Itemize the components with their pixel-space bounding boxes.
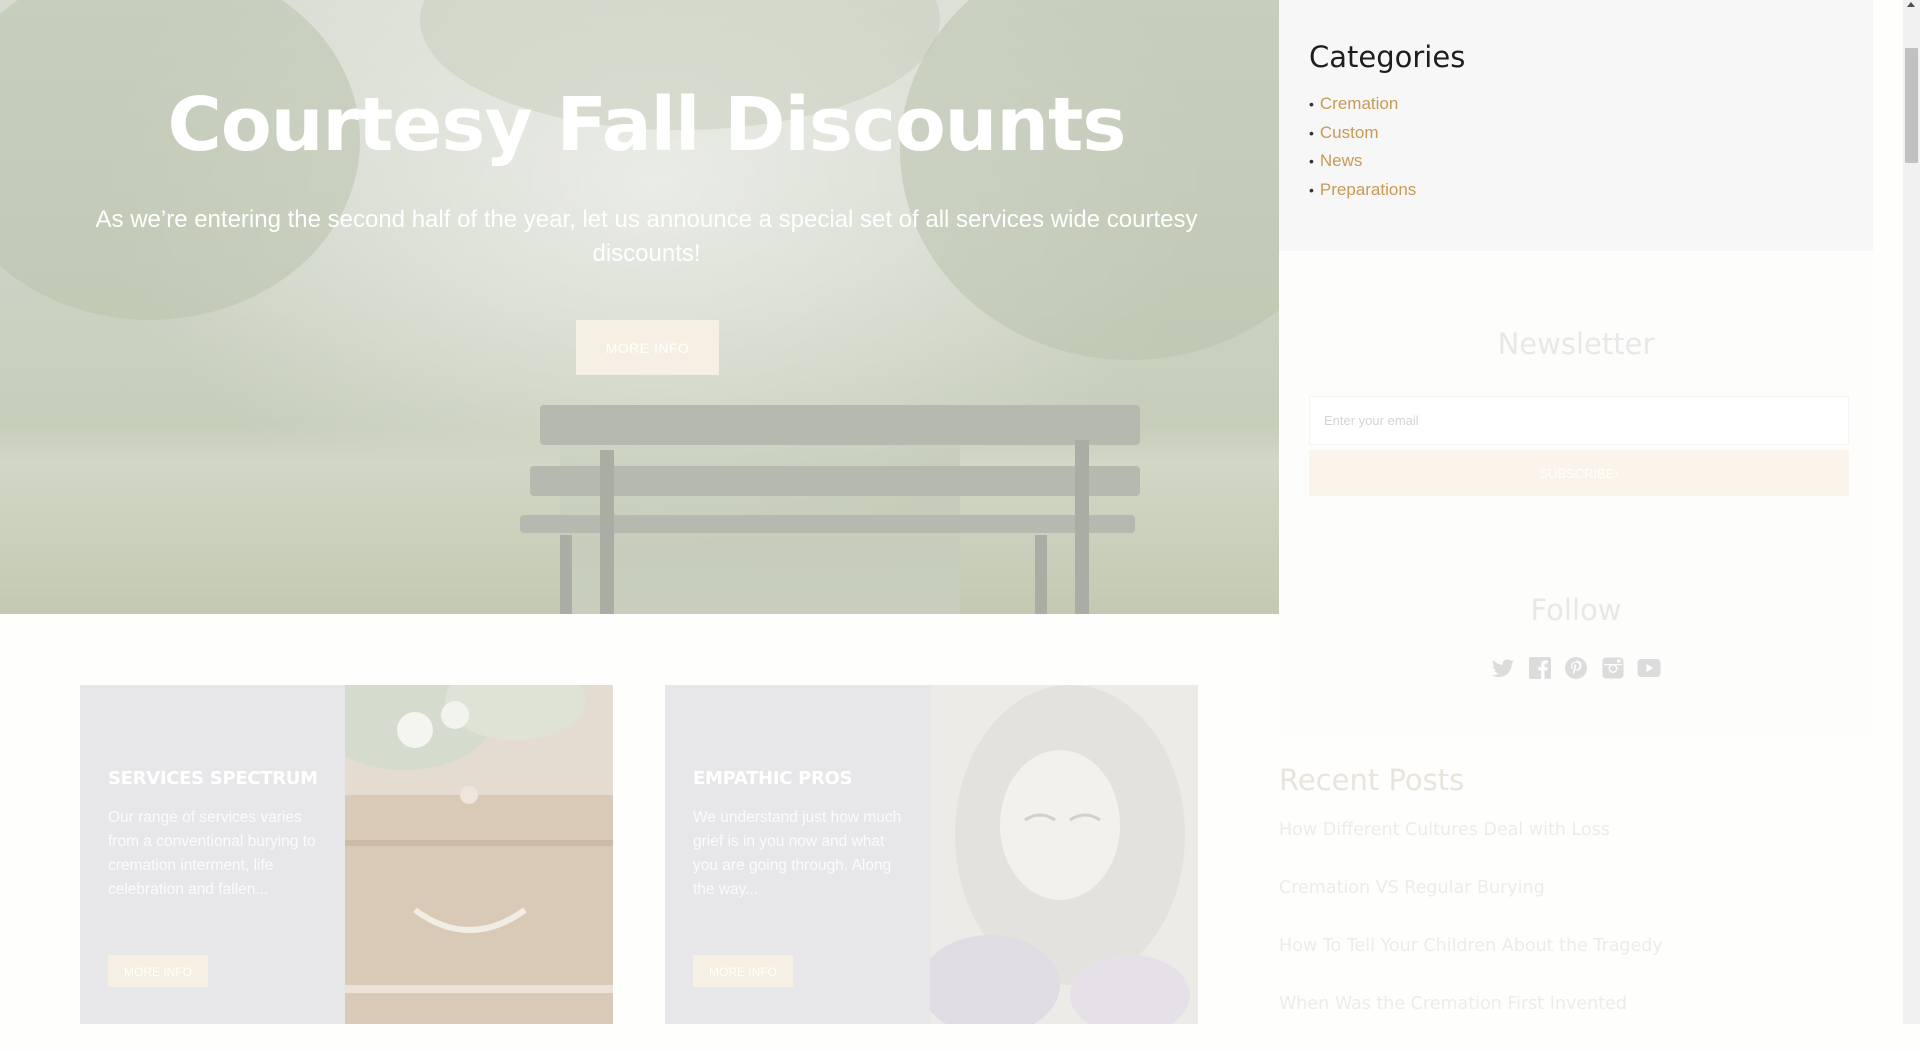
follow-title: Follow	[1530, 593, 1622, 627]
card-text-panel: EMPATHIC PROS We understand just how muc…	[665, 685, 930, 1024]
subscribe-button[interactable]: SUBSCRIBE›	[1309, 450, 1849, 496]
email-field[interactable]	[1309, 396, 1849, 445]
bullet-icon: •	[1309, 181, 1314, 198]
hero-bg-grass	[0, 424, 560, 614]
scroll-up-arrow-icon[interactable]	[1907, 2, 1915, 7]
category-link-cremation[interactable]: Cremation	[1320, 94, 1398, 113]
hero-bg-foliage	[900, 0, 1309, 360]
card-more-info-button[interactable]: MORE INFO	[693, 955, 793, 987]
bench-leg	[560, 535, 572, 614]
card-excerpt: Our range of services varies from a conv…	[108, 809, 316, 898]
bench-leg	[1035, 535, 1047, 614]
recent-post-link[interactable]: How To Tell Your Children About the Trag…	[1279, 936, 1663, 994]
bullet-icon: •	[1309, 153, 1314, 169]
list-item: • Cremation	[1309, 94, 1416, 123]
card-text-panel: SERVICES SPECTRUM Our range of services …	[80, 685, 345, 1024]
card-title: EMPATHIC PROS	[693, 768, 853, 789]
bench-leg	[1075, 440, 1089, 614]
card-image-angel	[930, 685, 1198, 1024]
categories-title: Categories	[1309, 40, 1466, 74]
list-item: • News	[1309, 151, 1416, 180]
recent-posts-list: How Different Cultures Deal with Loss Cr…	[1279, 820, 1663, 1052]
facebook-icon[interactable]	[1528, 656, 1552, 680]
card-title: SERVICES SPECTRUM	[108, 768, 318, 789]
list-item: • Preparations	[1309, 180, 1416, 209]
bench-backrest	[530, 466, 1140, 496]
recent-post-link[interactable]: When Was the Cremation First Invented	[1279, 994, 1663, 1052]
youtube-icon[interactable]	[1637, 656, 1661, 680]
category-link-preparations[interactable]: Preparations	[1320, 180, 1416, 199]
bench-leg	[600, 450, 614, 614]
service-card: EMPATHIC PROS We understand just how muc…	[665, 685, 1198, 1024]
casket-photo	[345, 685, 613, 1024]
hero-subtitle: As we’re entering the second half of the…	[95, 206, 1198, 267]
recent-post-link[interactable]: Cremation VS Regular Burying	[1279, 878, 1663, 936]
twitter-icon[interactable]	[1491, 656, 1515, 680]
bullet-icon: •	[1309, 124, 1314, 141]
category-link-custom[interactable]: Custom	[1320, 123, 1379, 142]
recent-posts-title: Recent Posts	[1279, 763, 1465, 797]
angel-statue-photo	[930, 685, 1198, 1024]
pinterest-icon[interactable]	[1564, 656, 1588, 680]
scrollbar-thumb[interactable]	[1905, 48, 1918, 163]
hero-banner: Courtesy Fall Discounts As we’re enterin…	[0, 0, 1309, 614]
categories-widget: Categories • Cremation • Custom • News • Pre…	[1279, 0, 1873, 251]
newsletter-title: Newsletter	[1497, 327, 1655, 361]
hero-title: Courtesy Fall Discounts	[167, 82, 1127, 168]
card-image-casket	[345, 685, 613, 1024]
page-scrollbar[interactable]	[1903, 0, 1920, 1024]
recent-post-link[interactable]: How Different Cultures Deal with Loss	[1279, 820, 1663, 878]
service-card: SERVICES SPECTRUM Our range of services …	[80, 685, 613, 1024]
instagram-icon[interactable]	[1601, 656, 1625, 680]
category-link-news[interactable]: News	[1320, 151, 1363, 170]
categories-list: • Cremation • Custom • News • Preparations	[1309, 94, 1416, 208]
list-item: • Custom	[1309, 123, 1416, 152]
bench-backrest	[540, 405, 1140, 445]
card-more-info-button[interactable]: MORE INFO	[108, 955, 208, 987]
social-links	[1491, 656, 1661, 684]
newsletter-widget: Newsletter SUBSCRIBE› Follow	[1279, 251, 1873, 736]
bullet-icon: •	[1309, 96, 1314, 112]
card-excerpt: We understand just how much grief is in …	[693, 809, 902, 898]
hero-more-info-button[interactable]: MORE INFO	[576, 320, 719, 375]
